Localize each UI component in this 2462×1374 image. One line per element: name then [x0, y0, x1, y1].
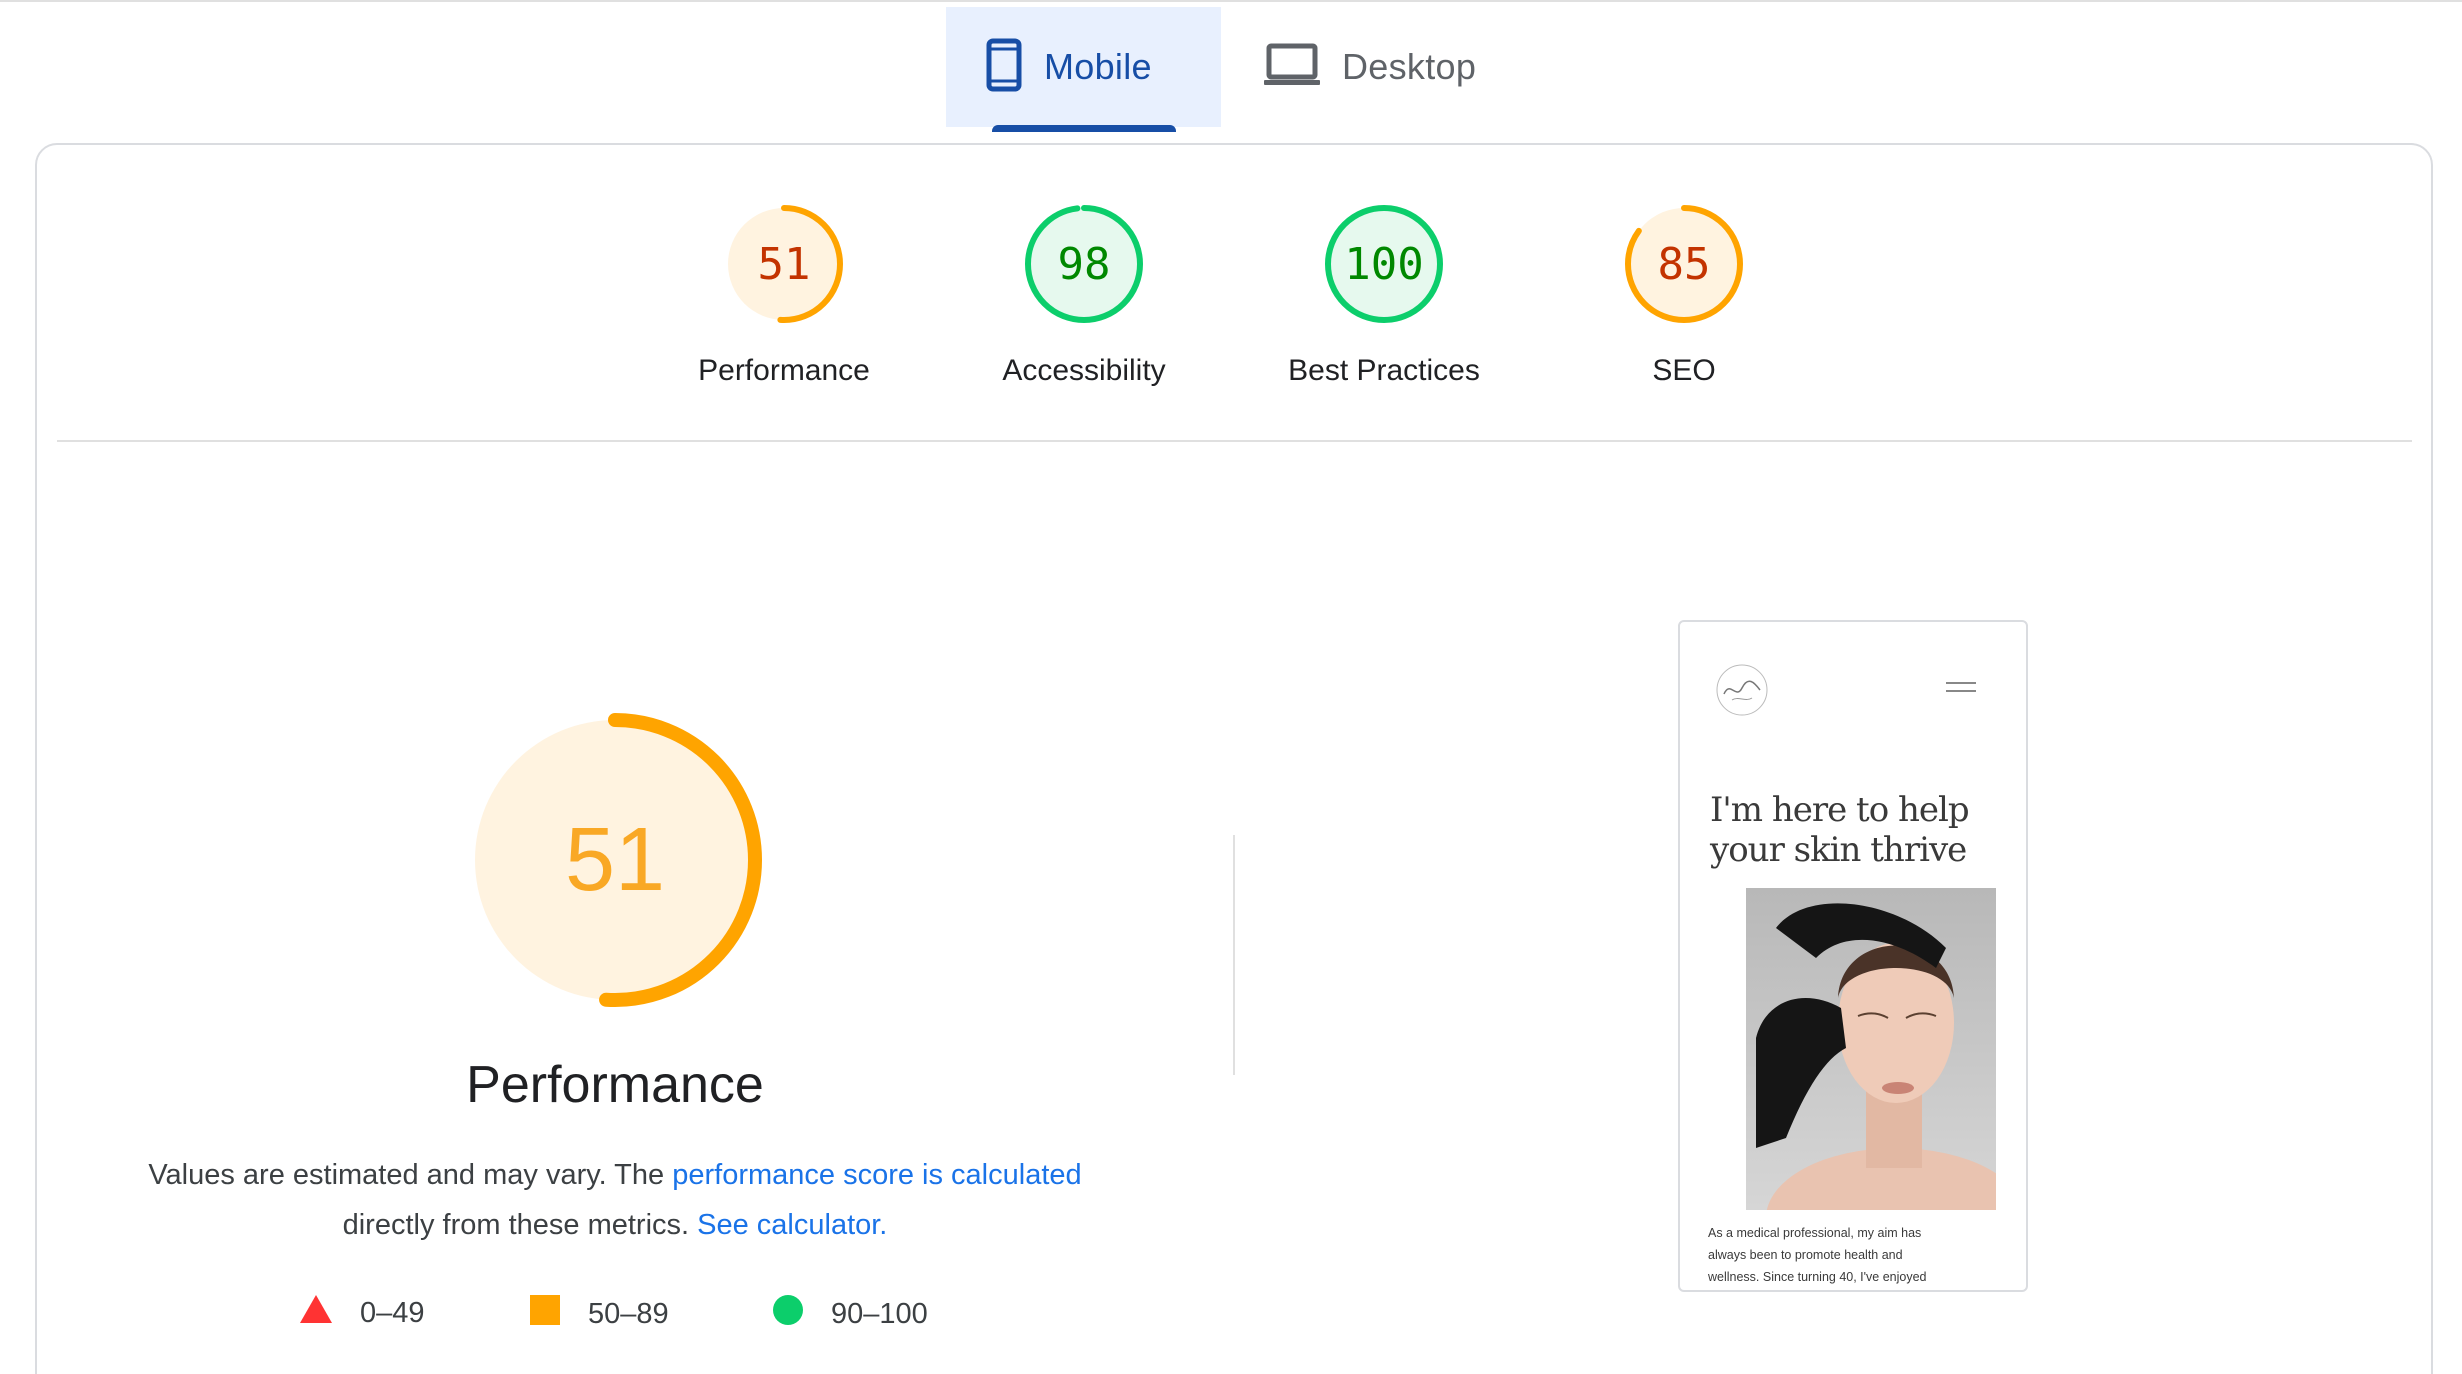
legend-pass: 90–100 [773, 1295, 928, 1333]
performance-title: Performance [466, 1056, 764, 1114]
vertical-divider [1233, 835, 1235, 1075]
gauge-score: 100 [1344, 238, 1424, 290]
laptop-icon [1264, 43, 1320, 92]
gauge-label: SEO [1652, 354, 1716, 387]
smartphone-icon [986, 38, 1022, 97]
gauge-label: Performance [698, 354, 870, 387]
tab-desktop[interactable]: Desktop [1224, 7, 1524, 127]
circle-icon [773, 1295, 803, 1333]
hero-photo [1746, 888, 2026, 1288]
gauge-score: 51 [757, 238, 811, 290]
category-gauges: 51 Performance 98 Accessibility 100 Best… [0, 200, 2462, 410]
score-legend: 0–49 50–89 90–100 [0, 1295, 1230, 1345]
tab-mobile-label: Mobile [1044, 46, 1152, 87]
active-tab-indicator [992, 125, 1176, 132]
headline-line: I'm here to help [1710, 790, 1970, 830]
final-screenshot[interactable]: I'm here to help your skin thrive As a m… [1678, 620, 2028, 1292]
headline-line: your skin thrive [1710, 830, 1967, 870]
site-headline: I'm here to help your skin thrive [1710, 790, 2010, 870]
legend-fail: 0–49 [300, 1295, 425, 1331]
gauge-score: 98 [1057, 238, 1111, 290]
performance-description: Values are estimated and may vary. The p… [100, 1150, 1130, 1250]
legend-range: 50–89 [588, 1297, 669, 1330]
tab-desktop-label: Desktop [1342, 46, 1477, 87]
square-icon [530, 1295, 560, 1333]
gauge-performance[interactable]: 51 Performance [664, 200, 904, 388]
site-logo-icon [1712, 660, 1772, 720]
big-score-value: 51 [564, 809, 666, 910]
body-line: always been to promote health and [1708, 1248, 1903, 1262]
desc-text: Values are estimated and may vary. The [148, 1159, 673, 1191]
device-tabs: Mobile Desktop [0, 7, 2462, 132]
legend-range: 0–49 [360, 1296, 425, 1329]
performance-big-gauge: 51 [440, 685, 790, 1035]
desc-text: directly from these metrics. [342, 1209, 698, 1241]
triangle-icon [300, 1295, 332, 1331]
big-gauge-score: 51 [440, 685, 790, 1035]
site-body-text: As a medical professional, my aim has al… [1708, 1222, 1988, 1288]
body-line: wellness. Since turning 40, I've enjoyed [1708, 1270, 1927, 1284]
tab-mobile[interactable]: Mobile [946, 7, 1221, 127]
score-calculated-link[interactable]: performance score is calculated [672, 1159, 1081, 1191]
see-calculator-link[interactable]: See calculator. [697, 1209, 887, 1241]
top-border [0, 0, 2462, 5]
gauge-accessibility[interactable]: 98 Accessibility [964, 200, 1204, 388]
legend-range: 90–100 [831, 1297, 928, 1330]
gauge-score: 85 [1657, 238, 1711, 290]
body-line: As a medical professional, my aim has [1708, 1226, 1922, 1240]
gauge-label: Accessibility [1002, 354, 1166, 387]
section-divider [57, 440, 2412, 442]
hamburger-menu-icon [1946, 680, 1976, 694]
gauge-seo[interactable]: 85 SEO [1564, 200, 1804, 388]
gauge-label: Best Practices [1288, 354, 1480, 387]
gauge-best-practices[interactable]: 100 Best Practices [1264, 200, 1504, 388]
legend-average: 50–89 [530, 1295, 669, 1333]
